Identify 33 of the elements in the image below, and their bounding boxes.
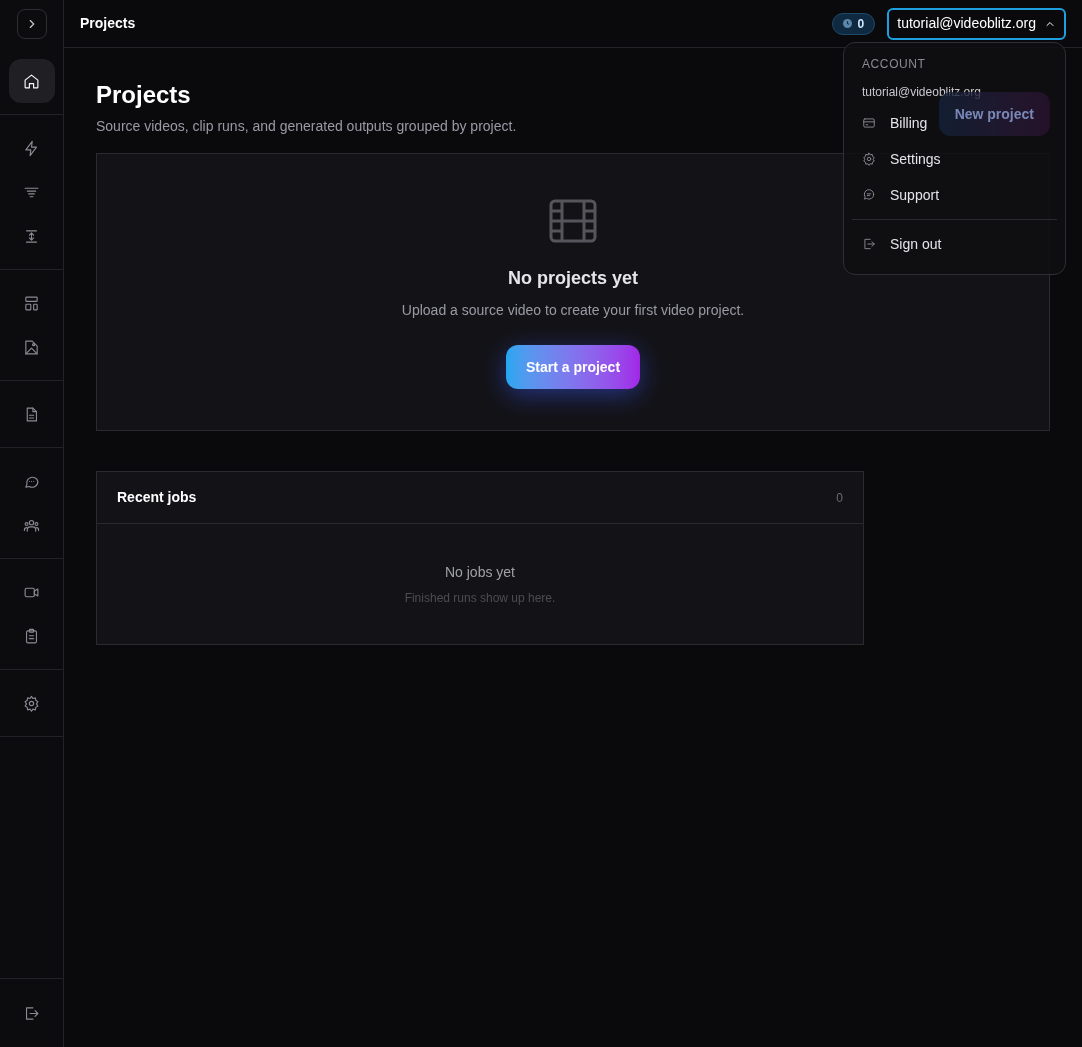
menu-section-label: ACCOUNT bbox=[861, 56, 927, 73]
menu-item[interactable]: Sign out bbox=[852, 226, 952, 262]
page-heading: Projects bbox=[96, 80, 192, 110]
film-icon bbox=[549, 199, 597, 243]
job-count: 0 bbox=[836, 489, 843, 507]
settings-icon bbox=[23, 694, 40, 712]
page-title: Projects bbox=[80, 14, 136, 33]
home-icon bbox=[23, 72, 40, 90]
credit-card-icon bbox=[862, 116, 876, 130]
sidebar-nav-button[interactable] bbox=[8, 59, 55, 103]
lightning-icon bbox=[23, 139, 40, 157]
recent-jobs-title: Recent jobs bbox=[117, 488, 197, 507]
sign-out-icon bbox=[862, 237, 876, 251]
chat-bubble-icon bbox=[862, 188, 876, 202]
empty-state-title: No projects yet bbox=[507, 267, 638, 290]
start-project-button[interactable]: Start a project bbox=[505, 345, 641, 389]
page-subtitle: Source videos, clip runs, and generated outputs grouped by project. bbox=[96, 117, 517, 136]
account-button[interactable]: tutorial@videoblitz.org bbox=[887, 7, 1066, 40]
sidebar-toggle-button[interactable] bbox=[16, 9, 47, 39]
empty-state-text: Upload a source video to create your first video project. bbox=[401, 301, 745, 320]
menu-item[interactable]: Settings bbox=[852, 141, 951, 177]
sign-out-icon bbox=[23, 1004, 40, 1022]
clipboard-icon bbox=[23, 627, 40, 645]
layout-icon bbox=[23, 294, 40, 312]
split-icon bbox=[23, 227, 40, 245]
menu-item[interactable]: Billing bbox=[852, 105, 938, 141]
image-file-icon bbox=[23, 338, 40, 356]
clock-icon bbox=[842, 19, 852, 28]
settings-icon bbox=[862, 152, 876, 166]
no-jobs-title: No jobs yet bbox=[444, 562, 515, 582]
menu-item[interactable]: Support bbox=[852, 177, 950, 213]
credits-badge: 0 bbox=[831, 12, 876, 35]
no-jobs-text: Finished runs show up here. bbox=[404, 589, 556, 607]
